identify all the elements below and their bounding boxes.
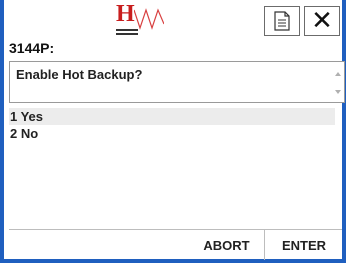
screen-code: 3144P: [9,40,55,56]
option-yes[interactable]: 1 Yes [9,108,335,125]
logo-wave [134,8,164,30]
enter-button[interactable]: ENTER [266,230,342,260]
document-button[interactable] [264,6,300,36]
logo-letter: H [116,1,135,27]
scroll-up-icon[interactable] [335,72,341,76]
close-icon: ✕ [311,6,333,36]
scroll-down-icon[interactable] [335,90,341,94]
abort-button[interactable]: ABORT [189,230,265,260]
footer-bar: ABORT ENTER [9,229,342,260]
option-list: 1 Yes 2 No [9,108,335,142]
prompt-box: Enable Hot Backup? [9,61,345,103]
brand-logo: H [116,2,166,36]
prompt-text: Enable Hot Backup? [16,67,143,82]
close-button[interactable]: ✕ [304,6,340,36]
option-no[interactable]: 2 No [9,125,335,142]
logo-underline [116,33,138,35]
document-icon [274,11,290,31]
app-window: H ✕ 3144P: Enable Hot Backup? 1 Yes 2 No… [0,0,346,263]
